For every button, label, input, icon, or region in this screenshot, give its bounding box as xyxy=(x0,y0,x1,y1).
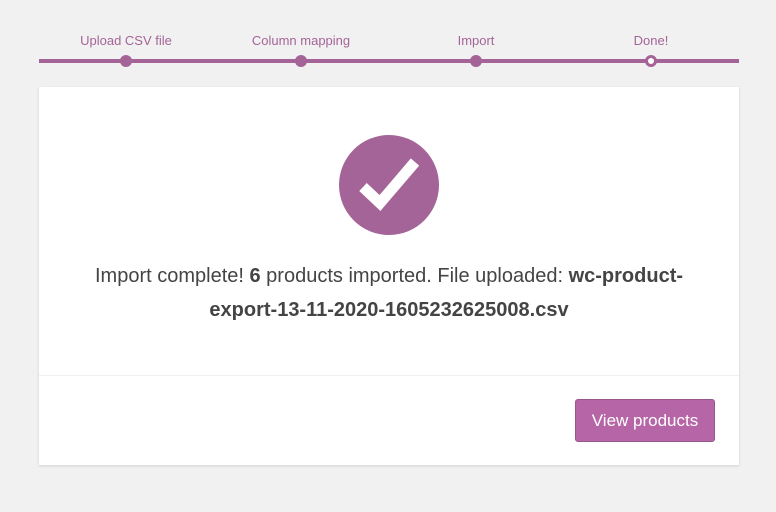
import-progress-steps: Upload CSV file Column mapping Import Do… xyxy=(39,0,739,80)
progress-track xyxy=(39,59,739,63)
import-result-card: Import complete! 6 products imported. Fi… xyxy=(39,87,739,465)
step-label: Upload CSV file xyxy=(80,33,172,48)
step-label: Import xyxy=(457,33,495,48)
divider xyxy=(39,375,739,376)
step-dot-current xyxy=(645,55,657,67)
view-products-button[interactable]: View products xyxy=(575,399,715,442)
step-label: Done! xyxy=(633,33,669,48)
checkmark-icon xyxy=(359,158,420,211)
checkmark-circle-icon xyxy=(339,135,439,235)
import-complete-message: Import complete! 6 products imported. Fi… xyxy=(69,259,709,327)
message-middle: products imported. File uploaded: xyxy=(260,265,569,287)
step-dot xyxy=(470,55,482,67)
step-dot xyxy=(295,55,307,67)
step-label: Column mapping xyxy=(251,33,351,48)
step-dot xyxy=(120,55,132,67)
imported-count: 6 xyxy=(249,265,261,287)
message-prefix: Import complete! xyxy=(94,265,250,287)
